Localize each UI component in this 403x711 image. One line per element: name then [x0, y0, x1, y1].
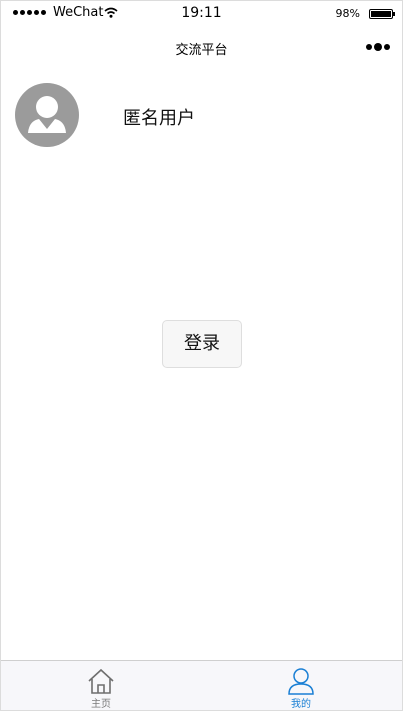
tab-me[interactable]: 我的 [201, 661, 401, 710]
tab-bar: 主页 我的 [1, 660, 402, 710]
tab-home-label: 主页 [91, 699, 111, 710]
battery-icon [369, 9, 395, 19]
phone-frame: WeChat 19:11 98% 交流平台 匿名用户 登录 主页 我的 [0, 0, 403, 711]
battery-percentage: 98% [335, 7, 360, 20]
default-user-avatar-icon [28, 96, 66, 133]
user-icon [288, 668, 314, 695]
page-title: 交流平台 [175, 43, 228, 58]
home-icon [88, 668, 114, 694]
more-options-button[interactable] [366, 43, 390, 51]
tab-me-label: 我的 [291, 699, 311, 710]
status-bar: WeChat 19:11 98% [1, 1, 402, 27]
navigation-bar: 交流平台 [1, 27, 402, 67]
more-dots-icon [366, 44, 372, 50]
username-label: 匿名用户 [123, 108, 195, 129]
login-button[interactable]: 登录 [162, 320, 242, 368]
avatar [15, 83, 79, 147]
tab-home[interactable]: 主页 [1, 661, 201, 710]
